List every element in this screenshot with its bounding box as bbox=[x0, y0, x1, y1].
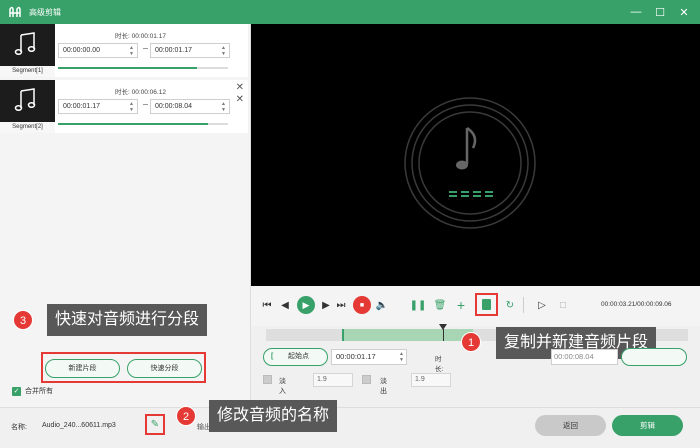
selected-range[interactable] bbox=[341, 329, 473, 341]
trash-icon[interactable]: 🗑 bbox=[431, 296, 449, 314]
skip-end-icon[interactable]: ⏭ bbox=[332, 296, 350, 314]
music-note-icon bbox=[14, 32, 36, 56]
range-dash bbox=[143, 48, 148, 49]
close-icon[interactable]: ✕ bbox=[672, 0, 696, 24]
audio-preview bbox=[251, 24, 700, 286]
step-back-icon[interactable]: ◀ bbox=[276, 296, 294, 314]
close-icon[interactable]: ✕ bbox=[236, 82, 244, 93]
edit-name-icon[interactable]: ✎ bbox=[145, 414, 165, 435]
merge-all-label: 合并所有 bbox=[25, 388, 53, 395]
callout-rename: 修改音频的名称 bbox=[209, 400, 338, 432]
segment-duration: 时长: 00:00:06.12 bbox=[115, 89, 166, 96]
spinner-icon[interactable]: ▲ ▼ bbox=[128, 101, 135, 113]
checkbox-checked-icon[interactable]: ✓ bbox=[12, 386, 21, 396]
segment-thumbnail: Segment[1] bbox=[0, 24, 55, 77]
callout-quick-split: 快速对音频进行分段 bbox=[47, 304, 208, 336]
set-end-button[interactable] bbox=[621, 348, 687, 366]
mark-in-icon[interactable]: ▷ bbox=[533, 296, 551, 314]
copy-new-highlight[interactable] bbox=[475, 293, 498, 316]
transport-bar: ⏮ ◀ ▶ ▶ ⏭ ■ 🔈 ❚❚ 🗑 + ↻ ▷ □ 00:00:03.21/0… bbox=[251, 286, 700, 326]
merge-all-option[interactable]: ✓ 合并所有 bbox=[12, 386, 53, 396]
reset-icon[interactable]: ↻ bbox=[501, 296, 519, 314]
audio-disc-icon bbox=[404, 97, 536, 229]
segment-start-input[interactable]: 00:00:00.00 ▲ ▼ bbox=[58, 43, 138, 58]
duration-label: 时长: bbox=[435, 356, 444, 373]
segment-label: Segment[1] bbox=[0, 66, 55, 77]
name-label: 名称: bbox=[11, 424, 27, 431]
spinner-icon[interactable]: ▲ ▼ bbox=[220, 101, 227, 113]
volume-icon[interactable]: 🔈 bbox=[373, 296, 391, 314]
range-dash bbox=[143, 104, 148, 105]
bracket-icon: [ bbox=[271, 353, 274, 360]
callout-badge-3: 3 bbox=[13, 310, 33, 330]
set-start-button[interactable]: [ 起始点 bbox=[263, 348, 328, 366]
stop-button[interactable]: ■ bbox=[353, 296, 371, 314]
fade-in-input[interactable]: 1.9 bbox=[313, 373, 353, 387]
segment-item[interactable]: Segment[2] 时长: 00:00:06.12 ✕ ✕ 00:00:01.… bbox=[0, 80, 248, 133]
app-logo-icon bbox=[7, 5, 23, 19]
skip-start-icon[interactable]: ⏮ bbox=[258, 296, 276, 314]
add-icon[interactable]: + bbox=[452, 296, 470, 314]
time-readout: 00:00:03.21/00:00:09.06 bbox=[601, 301, 672, 308]
delete-segment-icon[interactable]: ✕ bbox=[236, 94, 244, 105]
quick-split-button[interactable]: 快速分段 bbox=[127, 359, 202, 378]
segment-duration: 时长: 00:00:01.17 bbox=[115, 33, 166, 40]
cut-button[interactable]: 剪辑 bbox=[612, 415, 683, 436]
segment-item[interactable]: Segment[1] 时长: 00:00:01.17 00:00:00.00 ▲… bbox=[0, 24, 248, 77]
bottom-bar: 名称: Audio_240...60611.mp3 ✎ 输出 返回 剪辑 bbox=[0, 407, 700, 448]
copy-icon[interactable] bbox=[482, 299, 491, 310]
maximize-icon[interactable]: ☐ bbox=[648, 0, 672, 24]
segment-progress bbox=[58, 67, 228, 69]
segment-progress bbox=[58, 123, 228, 125]
spinner-icon[interactable]: ▲ ▼ bbox=[128, 45, 135, 57]
title-bar: 高级剪辑 — ☐ ✕ bbox=[0, 0, 700, 24]
playhead-handle[interactable] bbox=[439, 324, 448, 330]
spinner-icon[interactable]: ▲ ▼ bbox=[220, 45, 227, 57]
segment-thumbnail: Segment[2] bbox=[0, 80, 55, 133]
mark-out-icon[interactable]: □ bbox=[554, 296, 572, 314]
segment-start-input[interactable]: 00:00:01.17 ▲ ▼ bbox=[58, 99, 138, 114]
play-button[interactable]: ▶ bbox=[297, 296, 315, 314]
minimize-icon[interactable]: — bbox=[624, 0, 648, 24]
new-segment-button[interactable]: 新建片段 bbox=[45, 359, 120, 378]
split-icon[interactable]: ❚❚ bbox=[409, 296, 427, 314]
playhead-line bbox=[443, 329, 445, 341]
fade-out-checkbox[interactable] bbox=[362, 375, 371, 384]
callout-badge-1: 1 bbox=[461, 332, 481, 352]
fade-in-label: 淡入 bbox=[279, 378, 286, 395]
back-button[interactable]: 返回 bbox=[535, 415, 606, 436]
start-time-input[interactable]: 00:00:01.17 ▲ ▼ bbox=[331, 349, 407, 365]
divider bbox=[523, 297, 524, 313]
fade-in-checkbox[interactable] bbox=[263, 375, 272, 384]
spinner-icon[interactable]: ▲ ▼ bbox=[399, 351, 404, 363]
file-name: Audio_240...60611.mp3 bbox=[42, 422, 116, 429]
segment-end-input[interactable]: 00:00:01.17 ▲ ▼ bbox=[150, 43, 230, 58]
callout-badge-2: 2 bbox=[176, 406, 196, 426]
segment-panel: Segment[1] 时长: 00:00:01.17 00:00:00.00 ▲… bbox=[0, 24, 251, 407]
fade-out-input[interactable]: 1.9 bbox=[411, 373, 451, 387]
window-title: 高级剪辑 bbox=[29, 7, 61, 17]
segment-end-input[interactable]: 00:00:08.04 ▲ ▼ bbox=[150, 99, 230, 114]
fade-out-label: 淡出 bbox=[380, 378, 387, 395]
end-time-input[interactable]: 00:00:08.04 bbox=[551, 349, 618, 365]
segment-label: Segment[2] bbox=[0, 122, 55, 133]
split-actions-highlight: 新建片段 快速分段 bbox=[41, 352, 206, 383]
music-note-icon bbox=[14, 88, 36, 112]
